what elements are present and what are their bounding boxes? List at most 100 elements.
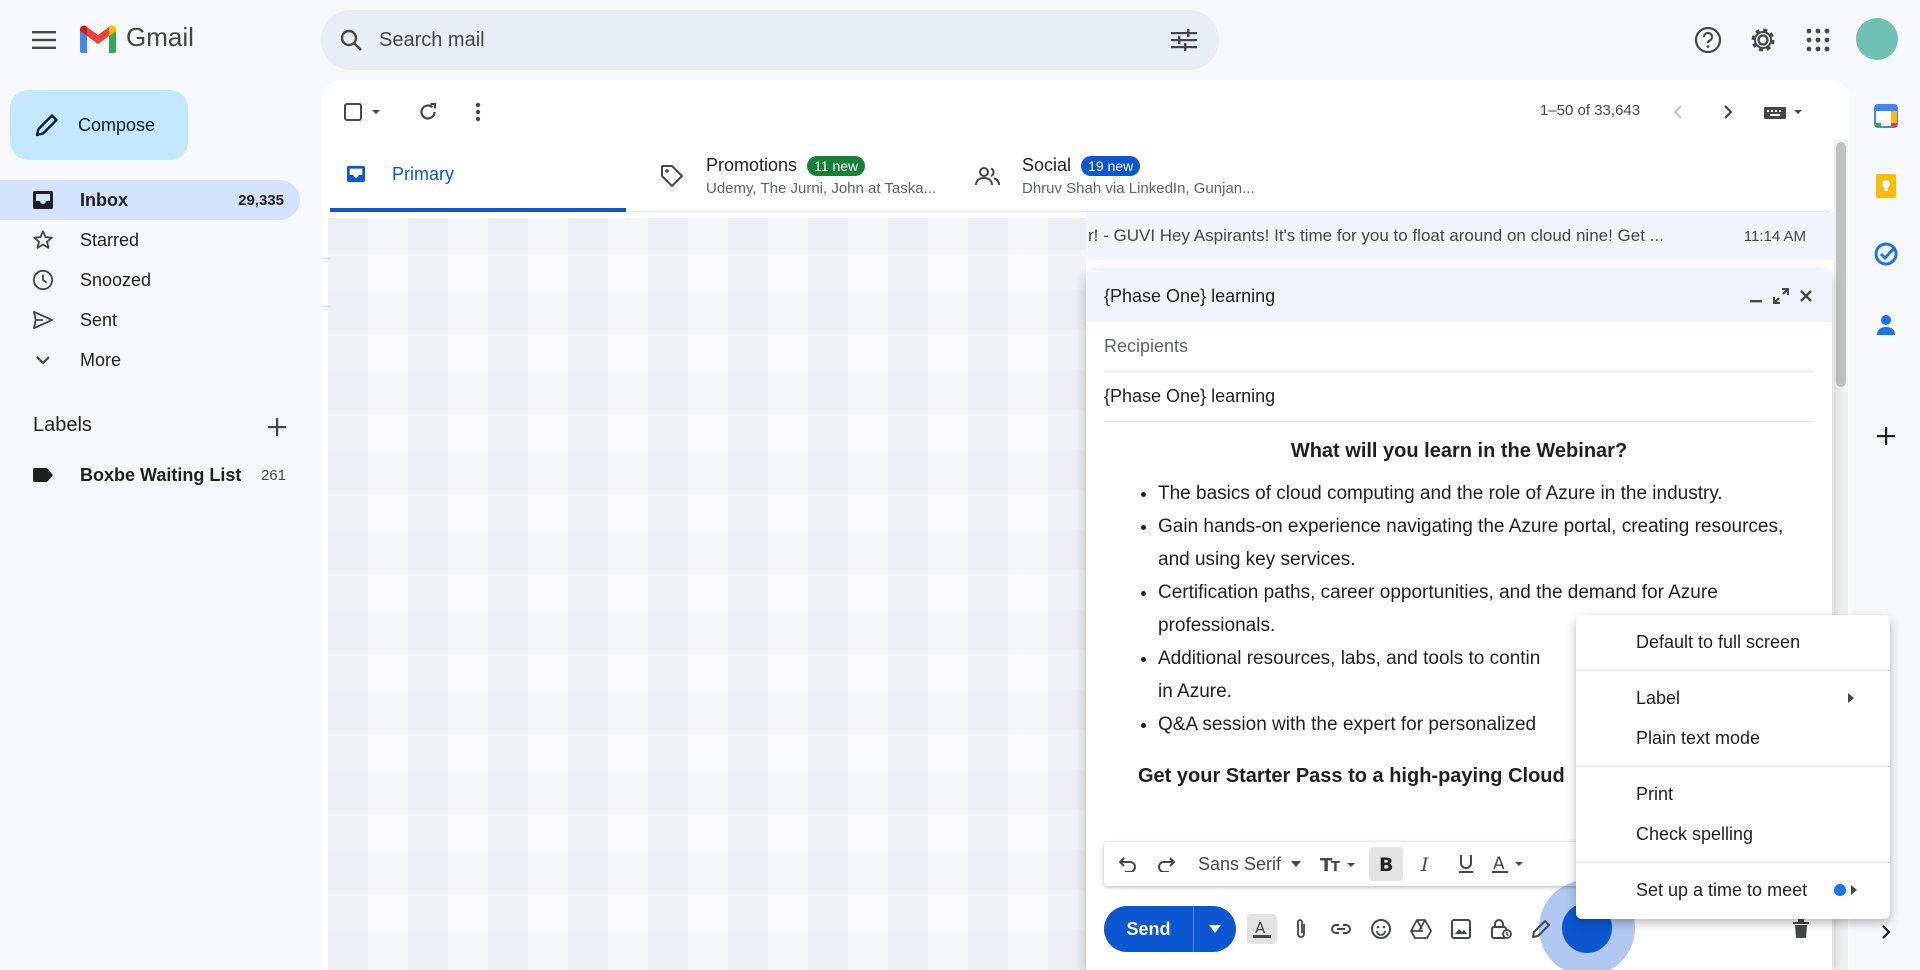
- side-panel-expand-chevron-icon[interactable]: [1874, 920, 1898, 944]
- sidebar-item-label: More: [80, 349, 122, 370]
- menu-item-set-up-time-to-meet[interactable]: Set up a time to meet: [1576, 870, 1890, 910]
- calendar-icon[interactable]: [1870, 100, 1902, 132]
- search-icon[interactable]: [337, 26, 365, 54]
- blurred-email-list: [328, 218, 1086, 970]
- email-time: 11:14 AM: [1743, 227, 1806, 245]
- pagination-text: 1–50 of 33,643: [1540, 102, 1641, 119]
- tab-primary[interactable]: Primary: [330, 140, 626, 212]
- insert-link-icon[interactable]: [1326, 914, 1356, 944]
- svg-text:I: I: [1420, 855, 1429, 873]
- menu-item-label-submenu[interactable]: Label: [1576, 678, 1890, 718]
- refresh-icon[interactable]: [414, 98, 442, 126]
- schedule-send-dropdown[interactable]: [1194, 906, 1236, 952]
- chevron-down-icon: [30, 347, 56, 373]
- help-icon[interactable]: [1692, 24, 1724, 56]
- svg-text:T: T: [1331, 860, 1340, 873]
- recipients-field[interactable]: Recipients: [1104, 322, 1814, 372]
- chevron-right-icon[interactable]: [1714, 98, 1742, 126]
- menu-item-plain-text-mode[interactable]: Plain text mode: [1576, 718, 1890, 758]
- email-snippet: r! - GUVI Hey Aspirants! It's time for y…: [1088, 226, 1664, 245]
- tab-promotions[interactable]: Promotions 11 new Udemy, The Jurni, John …: [658, 140, 958, 212]
- menu-item-default-full-screen[interactable]: Default to full screen: [1576, 622, 1890, 662]
- label-item-boxbe[interactable]: Boxbe Waiting List 261: [0, 455, 300, 495]
- tab-label: Social: [1022, 155, 1072, 175]
- label-tag-icon: [32, 464, 54, 486]
- select-checkbox[interactable]: [340, 98, 390, 126]
- apps-grid-icon[interactable]: [1802, 24, 1834, 56]
- scrollbar-thumb[interactable]: [1836, 142, 1846, 387]
- menu-item-label: Print: [1636, 783, 1674, 804]
- compose-button[interactable]: Compose: [10, 90, 188, 160]
- redo-icon[interactable]: [1150, 847, 1184, 881]
- list-item-line2: in Azure.: [1158, 681, 1232, 702]
- search-input[interactable]: [379, 28, 1169, 52]
- tab-social[interactable]: Social 19 new Dhruv Shah via LinkedIn, Gu…: [974, 140, 1314, 212]
- font-size-icon[interactable]: TT: [1317, 847, 1363, 881]
- contacts-icon[interactable]: [1870, 308, 1902, 340]
- menu-item-label: Check spelling: [1636, 823, 1754, 844]
- submenu-arrow-icon: [1846, 692, 1856, 704]
- settings-gear-icon[interactable]: [1747, 24, 1779, 56]
- menu-item-print[interactable]: Print: [1576, 774, 1890, 814]
- italic-icon[interactable]: I: [1409, 847, 1443, 881]
- add-label-plus-icon[interactable]: [264, 414, 290, 440]
- compose-header[interactable]: {Phase One} learning: [1086, 270, 1832, 322]
- list-item-line1: Additional resources, labs, and tools to…: [1158, 648, 1541, 669]
- underline-icon[interactable]: [1449, 847, 1483, 881]
- close-icon[interactable]: [1794, 284, 1818, 308]
- account-avatar[interactable]: [1856, 18, 1898, 60]
- sidebar-item-inbox[interactable]: Inbox 29,335: [0, 180, 300, 220]
- clock-icon: [30, 267, 56, 293]
- menu-item-label: Set up a time to meet: [1636, 879, 1808, 900]
- formatting-options-icon[interactable]: A: [1247, 914, 1277, 944]
- main-menu-button[interactable]: [28, 26, 60, 54]
- label-item-name: Boxbe Waiting List: [80, 464, 242, 485]
- tasks-icon[interactable]: [1870, 238, 1902, 270]
- text-color-icon[interactable]: A: [1489, 847, 1533, 881]
- compose-label: Compose: [78, 114, 156, 135]
- attach-file-icon[interactable]: [1286, 914, 1316, 944]
- fullscreen-icon[interactable]: [1769, 284, 1793, 308]
- sidebar-item-more[interactable]: More: [0, 340, 300, 380]
- tag-icon: [658, 162, 686, 190]
- search-options-icon[interactable]: [1169, 25, 1199, 55]
- emoji-icon[interactable]: [1366, 914, 1396, 944]
- send-button[interactable]: Send: [1104, 906, 1194, 952]
- tab-senders-preview: Dhruv Shah via LinkedIn, Gunjan...: [1022, 180, 1255, 197]
- more-vert-icon[interactable]: [464, 98, 492, 126]
- add-addon-plus-icon[interactable]: [1870, 420, 1902, 452]
- sidebar-item-sent[interactable]: Sent: [0, 300, 300, 340]
- font-family-select[interactable]: Sans Serif: [1198, 854, 1302, 875]
- subject-field[interactable]: {Phase One} learning: [1104, 372, 1814, 422]
- row-divider: [322, 258, 330, 259]
- list-item: The basics of cloud computing and the ro…: [1158, 477, 1812, 510]
- chevron-left-icon[interactable]: [1664, 98, 1692, 126]
- send-icon: [30, 307, 56, 333]
- gmail-logo[interactable]: Gmail: [78, 22, 194, 53]
- sidebar-item-starred[interactable]: Starred: [0, 220, 300, 260]
- menu-divider: [1576, 862, 1890, 863]
- insert-photo-icon[interactable]: [1446, 914, 1476, 944]
- keep-icon[interactable]: [1870, 170, 1902, 202]
- caret-down-icon: [1291, 861, 1302, 867]
- bold-icon[interactable]: B: [1369, 847, 1404, 881]
- tab-senders-preview: Udemy, The Jurni, John at Taska...: [706, 180, 937, 197]
- tab-label: Primary: [392, 163, 454, 184]
- confidential-mode-icon[interactable]: [1486, 914, 1516, 944]
- table-row[interactable]: r! - GUVI Hey Aspirants! It's time for y…: [1086, 212, 1836, 260]
- more-options-menu: Default to full screen Label Plain text …: [1576, 615, 1890, 919]
- input-tools-keyboard-icon[interactable]: [1760, 98, 1810, 126]
- menu-item-check-spelling[interactable]: Check spelling: [1576, 814, 1890, 854]
- pencil-icon: [32, 110, 62, 140]
- minimize-icon[interactable]: [1744, 284, 1768, 308]
- caret-down-icon: [1209, 925, 1221, 933]
- google-drive-icon[interactable]: [1406, 914, 1436, 944]
- submenu-arrow-icon: [1832, 884, 1860, 896]
- menu-item-label: Label: [1636, 687, 1681, 708]
- gmail-m-icon: [80, 25, 116, 53]
- sidebar-item-snoozed[interactable]: Snoozed: [0, 260, 300, 300]
- body-heading: What will you learn in the Webinar?: [1290, 440, 1628, 462]
- undo-icon[interactable]: [1110, 847, 1144, 881]
- people-icon: [974, 162, 1002, 190]
- svg-text:B: B: [1379, 855, 1393, 873]
